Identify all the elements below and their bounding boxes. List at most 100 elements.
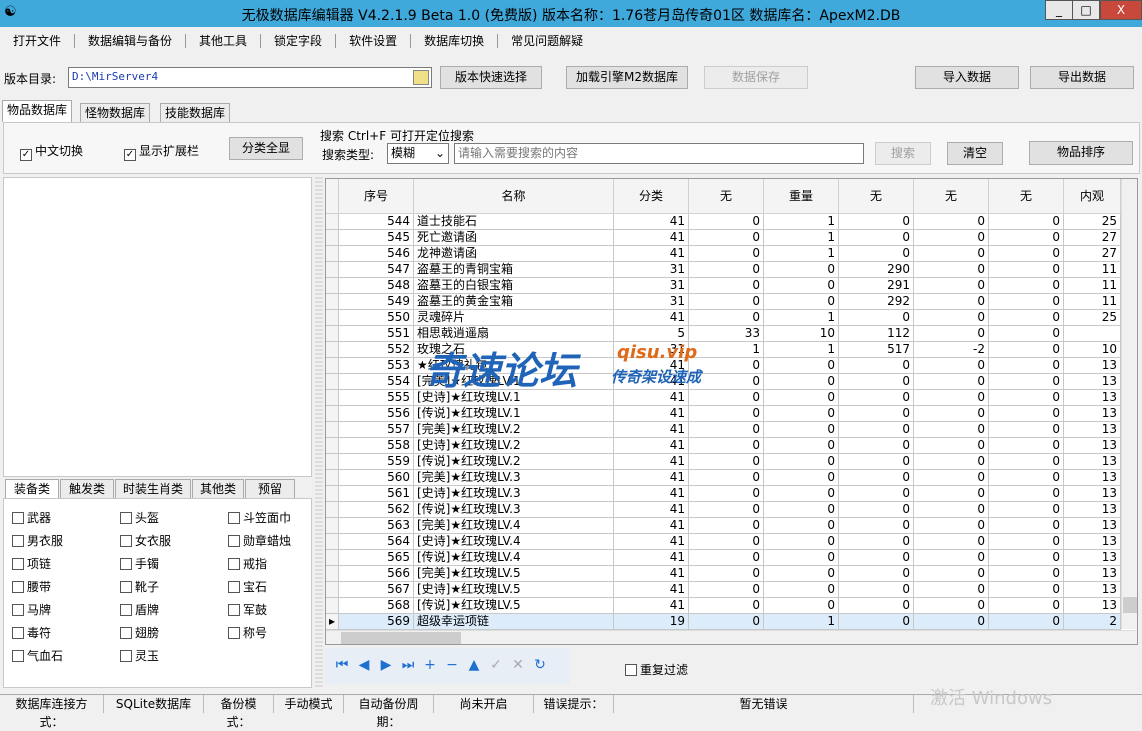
- refresh-icon[interactable]: ↻: [529, 657, 551, 673]
- category-checkbox[interactable]: 斗笠面巾: [228, 509, 291, 526]
- category-tab-1[interactable]: 触发类: [60, 479, 114, 498]
- table-row[interactable]: 558 [史诗]★红玫瑰LV.2 41 0 0 0 0 0 13: [326, 438, 1121, 454]
- category-checkbox[interactable]: 武器: [12, 509, 51, 526]
- category-checkbox[interactable]: 马牌: [12, 601, 51, 618]
- table-row[interactable]: 559 [传说]★红玫瑰LV.2 41 0 0 0 0 0 13: [326, 454, 1121, 470]
- sort-button[interactable]: 物品排序: [1029, 141, 1133, 165]
- quick-select-button[interactable]: 版本快速选择: [440, 66, 542, 89]
- category-tab-0[interactable]: 装备类: [5, 479, 59, 498]
- first-icon[interactable]: ⏮: [331, 657, 353, 673]
- table-row[interactable]: 563 [完美]★红玫瑰LV.4 41 0 0 0 0 0 13: [326, 518, 1121, 534]
- table-row[interactable]: 544 道士技能石 41 0 1 0 0 0 25: [326, 214, 1121, 230]
- column-header[interactable]: 无: [914, 179, 989, 214]
- clear-button[interactable]: 清空: [947, 142, 1003, 165]
- vertical-scrollbar[interactable]: [1121, 179, 1137, 629]
- cancel-icon[interactable]: ✕: [507, 657, 529, 673]
- category-checkbox[interactable]: 项链: [12, 555, 51, 572]
- category-checkbox[interactable]: 勋章蜡烛: [228, 532, 291, 549]
- column-header[interactable]: 内观: [1064, 179, 1121, 214]
- tab-0[interactable]: 物品数据库: [2, 100, 73, 122]
- table-row[interactable]: 545 死亡邀请函 41 0 1 0 0 0 27: [326, 230, 1121, 246]
- table-row[interactable]: 556 [传说]★红玫瑰LV.1 41 0 0 0 0 0 13: [326, 406, 1121, 422]
- table-row[interactable]: 550 灵魂碎片 41 0 1 0 0 0 25: [326, 310, 1121, 326]
- column-header[interactable]: 无: [839, 179, 914, 214]
- column-header[interactable]: 分类: [614, 179, 689, 214]
- tab-1[interactable]: 怪物数据库: [80, 103, 151, 122]
- menu-item[interactable]: 常见问题解疑: [498, 34, 596, 48]
- table-row[interactable]: 566 [完美]★红玫瑰LV.5 41 0 0 0 0 0 13: [326, 566, 1121, 582]
- column-header[interactable]: 名称: [414, 179, 614, 214]
- close-button[interactable]: X: [1100, 0, 1142, 20]
- table-row[interactable]: 561 [史诗]★红玫瑰LV.3 41 0 0 0 0 0 13: [326, 486, 1121, 502]
- table-row[interactable]: 549 盗墓王的黄金宝箱 31 0 0 292 0 0 11: [326, 294, 1121, 310]
- table-row[interactable]: 553 ★红玫瑰礼包 41 0 0 0 0 0 13: [326, 358, 1121, 374]
- scroll-thumb[interactable]: [1123, 597, 1137, 613]
- category-checkbox[interactable]: 气血石: [12, 647, 63, 664]
- menu-item[interactable]: 锁定字段: [261, 34, 337, 48]
- minimize-button[interactable]: _: [1045, 0, 1073, 20]
- column-header[interactable]: 序号: [339, 179, 414, 214]
- confirm-icon[interactable]: ✓: [485, 657, 507, 673]
- table-row[interactable]: 568 [传说]★红玫瑰LV.5 41 0 0 0 0 0 13: [326, 598, 1121, 614]
- table-row[interactable]: 548 盗墓王的白银宝箱 31 0 0 291 0 0 11: [326, 278, 1121, 294]
- splitter[interactable]: [315, 177, 323, 688]
- export-button[interactable]: 导出数据: [1030, 66, 1134, 89]
- load-m2-button[interactable]: 加载引擎M2数据库: [566, 66, 688, 89]
- search-button[interactable]: 搜索: [875, 142, 931, 165]
- table-row[interactable]: 554 [完美]★红玫瑰LV.1 41 0 0 0 0 0 13: [326, 374, 1121, 390]
- category-checkbox[interactable]: 军鼓: [228, 601, 267, 618]
- category-checkbox[interactable]: 宝石: [228, 578, 267, 595]
- prev-icon[interactable]: ◀: [353, 657, 375, 673]
- maximize-button[interactable]: □: [1072, 0, 1100, 20]
- table-row[interactable]: 552 玫瑰之石 31 1 1 517 -2 0 10: [326, 342, 1121, 358]
- folder-icon[interactable]: [413, 70, 429, 85]
- menu-item[interactable]: 其他工具: [186, 34, 262, 48]
- menu-item[interactable]: 数据编辑与备份: [75, 34, 187, 48]
- column-header[interactable]: 无: [689, 179, 764, 214]
- save-button[interactable]: 数据保存: [704, 66, 808, 89]
- last-icon[interactable]: ⏭: [397, 657, 419, 673]
- menu-item[interactable]: 数据库切换: [411, 34, 499, 48]
- category-checkbox[interactable]: 灵玉: [120, 647, 159, 664]
- table-row[interactable]: 564 [史诗]★红玫瑰LV.4 41 0 0 0 0 0 13: [326, 534, 1121, 550]
- column-header[interactable]: [326, 179, 339, 214]
- up-icon[interactable]: ▲: [463, 657, 485, 673]
- table-row[interactable]: 560 [完美]★红玫瑰LV.3 41 0 0 0 0 0 13: [326, 470, 1121, 486]
- menu-item[interactable]: 打开文件: [0, 34, 76, 48]
- category-checkbox[interactable]: 头盔: [120, 509, 159, 526]
- table-row[interactable]: 567 [史诗]★红玫瑰LV.5 41 0 0 0 0 0 13: [326, 582, 1121, 598]
- tab-2[interactable]: 技能数据库: [160, 103, 231, 122]
- category-checkbox[interactable]: 毒符: [12, 624, 51, 641]
- category-tab-2[interactable]: 时装生肖类: [115, 479, 191, 498]
- category-checkbox[interactable]: 盾牌: [120, 601, 159, 618]
- category-checkbox[interactable]: 手镯: [120, 555, 159, 572]
- category-checkbox[interactable]: 称号: [228, 624, 267, 641]
- import-button[interactable]: 导入数据: [915, 66, 1019, 89]
- dup-filter-toggle[interactable]: 重复过滤: [625, 661, 688, 678]
- category-checkbox[interactable]: 翅膀: [120, 624, 159, 641]
- table-row[interactable]: 546 龙神邀请函 41 0 1 0 0 0 27: [326, 246, 1121, 262]
- chinese-toggle[interactable]: ✓ 中文切换: [20, 142, 83, 161]
- table-row[interactable]: 547 盗墓王的青铜宝箱 31 0 0 290 0 0 11: [326, 262, 1121, 278]
- category-checkbox[interactable]: 男衣服: [12, 532, 63, 549]
- data-grid[interactable]: 序号 名称 分类无重量无无无内观 544 道士技能石 41 0 1 0 0 0 25 545 死亡邀请函 4…: [325, 178, 1138, 645]
- category-checkbox[interactable]: 腰带: [12, 578, 51, 595]
- category-tab-4[interactable]: 预留: [245, 479, 295, 498]
- add-icon[interactable]: +: [419, 657, 441, 673]
- table-row[interactable]: ▸ 569 超级幸运项链 19 0 1 0 0 0 2: [326, 614, 1121, 630]
- show-all-button[interactable]: 分类全显: [229, 137, 303, 160]
- search-input[interactable]: 请输入需要搜索的内容: [454, 143, 864, 164]
- category-tab-3[interactable]: 其他类: [192, 479, 244, 498]
- show-ext-toggle[interactable]: ✓ 显示扩展栏: [124, 142, 199, 161]
- menu-item[interactable]: 软件设置: [336, 34, 412, 48]
- column-header[interactable]: 重量: [764, 179, 839, 214]
- item-list[interactable]: [3, 177, 312, 477]
- table-row[interactable]: 555 [史诗]★红玫瑰LV.1 41 0 0 0 0 0 13: [326, 390, 1121, 406]
- category-checkbox[interactable]: 女衣服: [120, 532, 171, 549]
- dir-input[interactable]: D:\MirServer4: [68, 67, 432, 88]
- table-row[interactable]: 565 [传说]★红玫瑰LV.4 41 0 0 0 0 0 13: [326, 550, 1121, 566]
- delete-icon[interactable]: −: [441, 657, 463, 673]
- category-checkbox[interactable]: 靴子: [120, 578, 159, 595]
- search-type-select[interactable]: 模糊 ⌄: [387, 143, 449, 164]
- table-row[interactable]: 562 [传说]★红玫瑰LV.3 41 0 0 0 0 0 13: [326, 502, 1121, 518]
